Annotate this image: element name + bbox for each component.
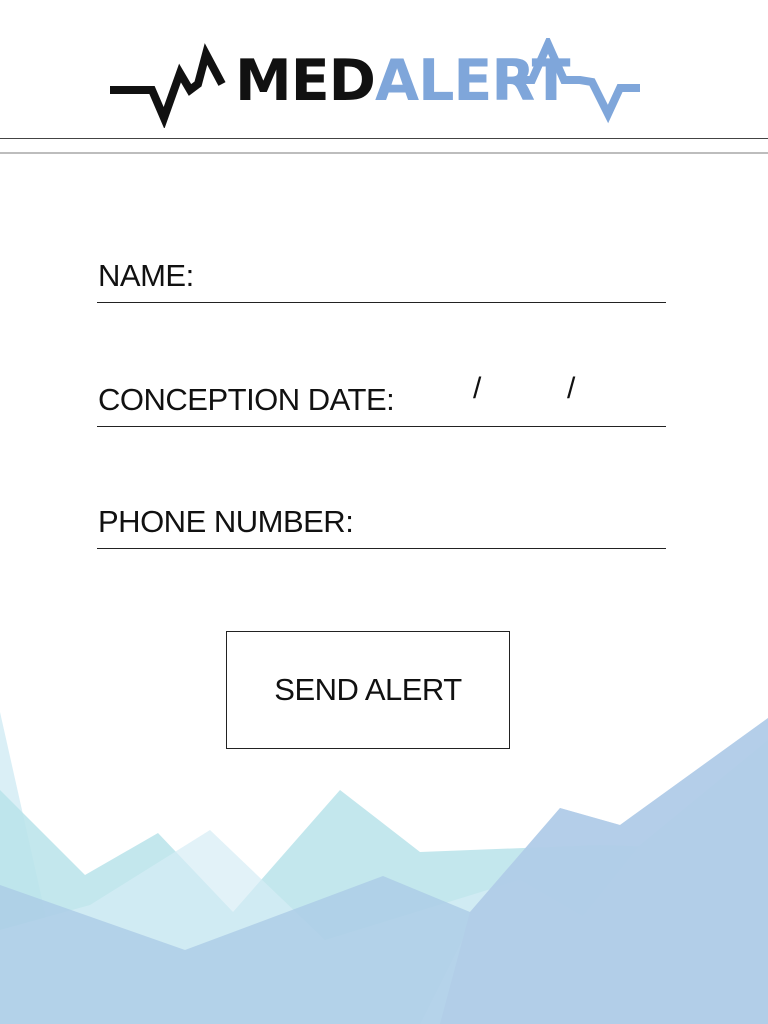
conception-date-year-input[interactable]	[583, 378, 667, 424]
medalert-logo: MEDALERT	[110, 38, 640, 128]
phone-number-field: PHONE NUMBER:	[97, 500, 666, 549]
conception-date-field: CONCEPTION DATE: / /	[97, 372, 667, 427]
conception-date-day-input[interactable]	[489, 378, 563, 424]
conception-date-month-input[interactable]	[397, 378, 471, 424]
app-header: MEDALERT	[0, 0, 768, 155]
header-divider-secondary	[0, 152, 768, 154]
date-separator: /	[567, 372, 576, 405]
phone-number-input[interactable]	[97, 500, 666, 548]
name-input[interactable]	[97, 254, 666, 302]
heartbeat-icon	[110, 43, 226, 128]
date-separator: /	[473, 372, 482, 405]
name-field: NAME:	[97, 254, 666, 303]
heartbeat-accent-icon	[520, 38, 640, 124]
send-alert-button[interactable]: SEND ALERT	[226, 631, 510, 749]
conception-date-label: CONCEPTION DATE:	[98, 382, 395, 417]
header-divider	[0, 138, 768, 139]
logo-wordmark-med: MED	[235, 48, 376, 114]
